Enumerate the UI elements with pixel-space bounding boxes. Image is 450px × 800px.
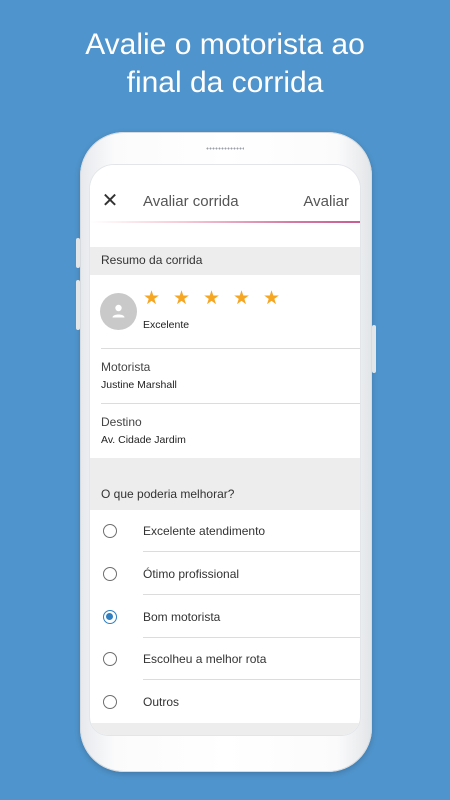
accent-divider (90, 221, 360, 223)
option-bom-motorista[interactable]: Bom motorista (90, 596, 360, 638)
radio-button[interactable] (103, 695, 117, 709)
divider (143, 551, 360, 552)
star-icon[interactable]: ★ (263, 289, 285, 309)
star-icon[interactable]: ★ (173, 289, 195, 309)
destination-value: Av. Cidade Jardim (101, 434, 186, 446)
driver-label: Motorista (101, 360, 151, 374)
rating-label: Excelente (143, 319, 190, 331)
close-icon[interactable]: ✕ (100, 191, 120, 211)
star-icon[interactable]: ★ (203, 289, 225, 309)
submit-rating-button[interactable]: Avaliar (303, 193, 349, 210)
driver-name: Justine Marshall (101, 379, 177, 391)
option-label: Excelente atendimento (143, 524, 266, 538)
option-escolheu-melhor-rota[interactable]: Escolheu a melhor rota (90, 638, 360, 680)
option-label: Outros (143, 695, 180, 709)
option-label: Bom motorista (143, 610, 221, 624)
top-bar: ✕ Avaliar corrida Avaliar (90, 165, 360, 223)
radio-button[interactable] (103, 567, 117, 581)
bottom-spacer (90, 723, 360, 735)
phone-side-button (372, 325, 376, 373)
star-rating[interactable]: ★ ★ ★ ★ ★ (143, 289, 293, 309)
improve-section-header: O que poderia melhorar? (90, 458, 360, 510)
divider (143, 594, 360, 595)
option-excelente-atendimento[interactable]: Excelente atendimento (90, 510, 360, 552)
phone-screen: ✕ Avaliar corrida Avaliar Resumo da corr… (90, 165, 360, 735)
radio-button-selected[interactable] (103, 610, 117, 624)
divider (143, 679, 360, 680)
radio-button[interactable] (103, 652, 117, 666)
destination-label: Destino (101, 415, 142, 429)
summary-section-header: Resumo da corrida (90, 247, 360, 275)
headline: Avalie o motorista ao final da corrida (85, 28, 365, 99)
option-label: Escolheu a melhor rota (143, 652, 267, 666)
star-icon[interactable]: ★ (143, 289, 165, 309)
option-outros[interactable]: Outros (90, 681, 360, 723)
phone-side-button (76, 238, 80, 268)
phone-side-button (76, 280, 80, 330)
divider (101, 403, 360, 404)
phone-speaker (206, 147, 244, 150)
star-icon[interactable]: ★ (233, 289, 255, 309)
divider (101, 348, 360, 349)
radio-button[interactable] (103, 524, 117, 538)
option-label: Ótimo profissional (143, 567, 240, 581)
person-icon (112, 304, 125, 318)
page-title: Avaliar corrida (143, 193, 239, 210)
avatar (100, 293, 137, 330)
option-otimo-profissional[interactable]: Ótimo profissional (90, 553, 360, 595)
